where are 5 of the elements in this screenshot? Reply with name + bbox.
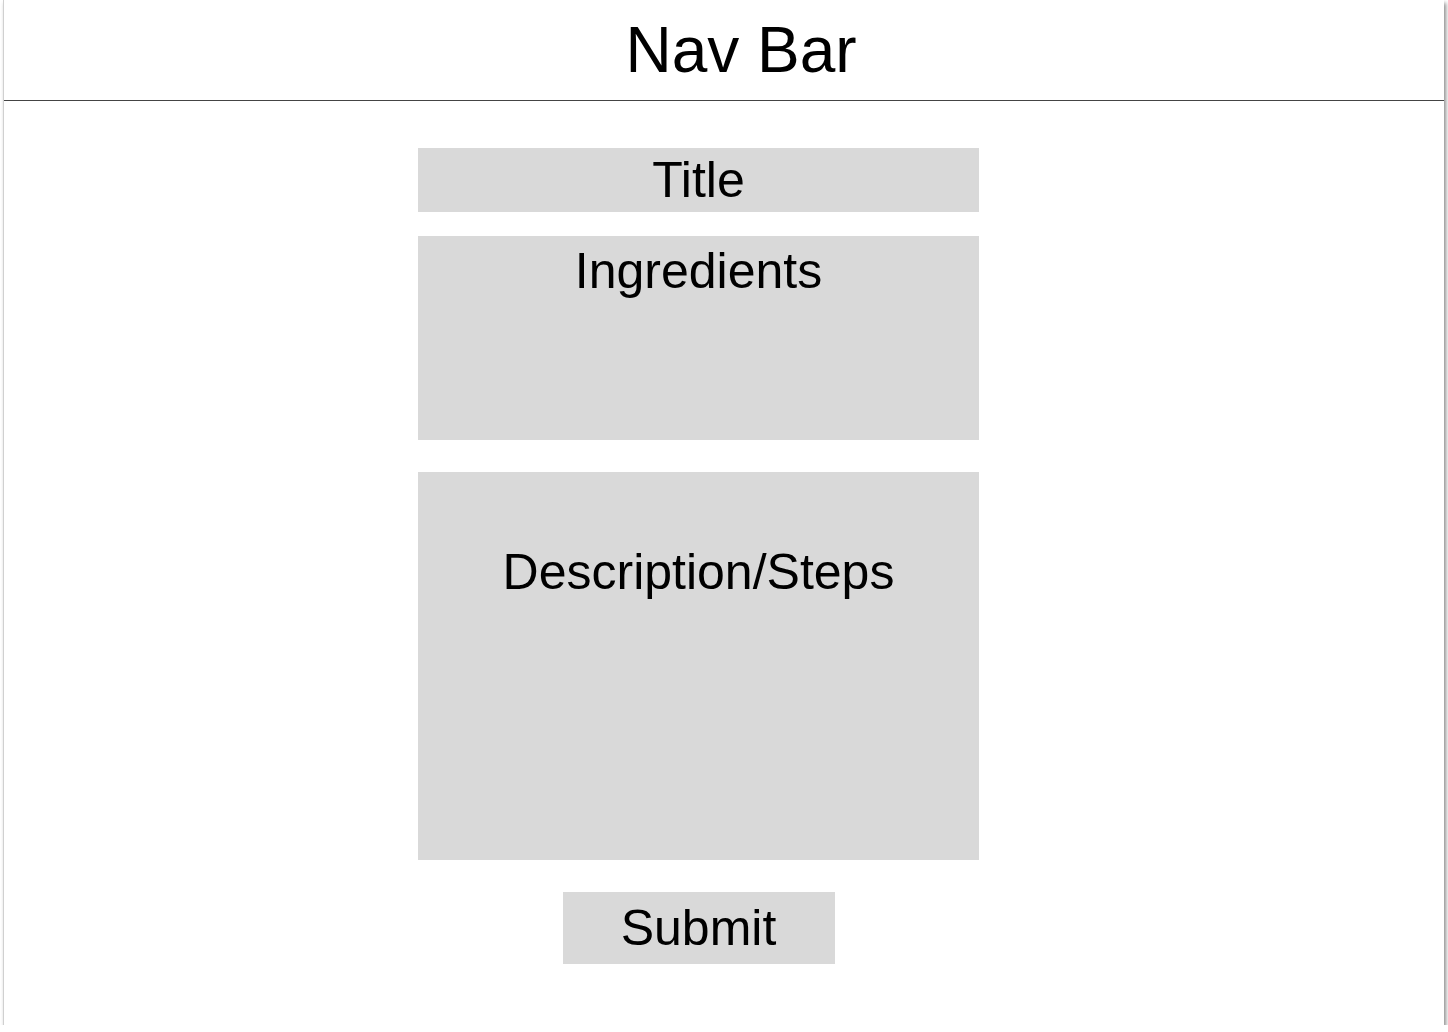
text-input-field[interactable]: Title (418, 148, 979, 212)
text-area-field[interactable]: Description/Steps (418, 472, 979, 860)
submit-button[interactable]: Submit (562, 892, 835, 964)
nav-bar-title: Nav Bar (625, 18, 857, 82)
text-area-field[interactable]: Ingredients (418, 236, 979, 440)
